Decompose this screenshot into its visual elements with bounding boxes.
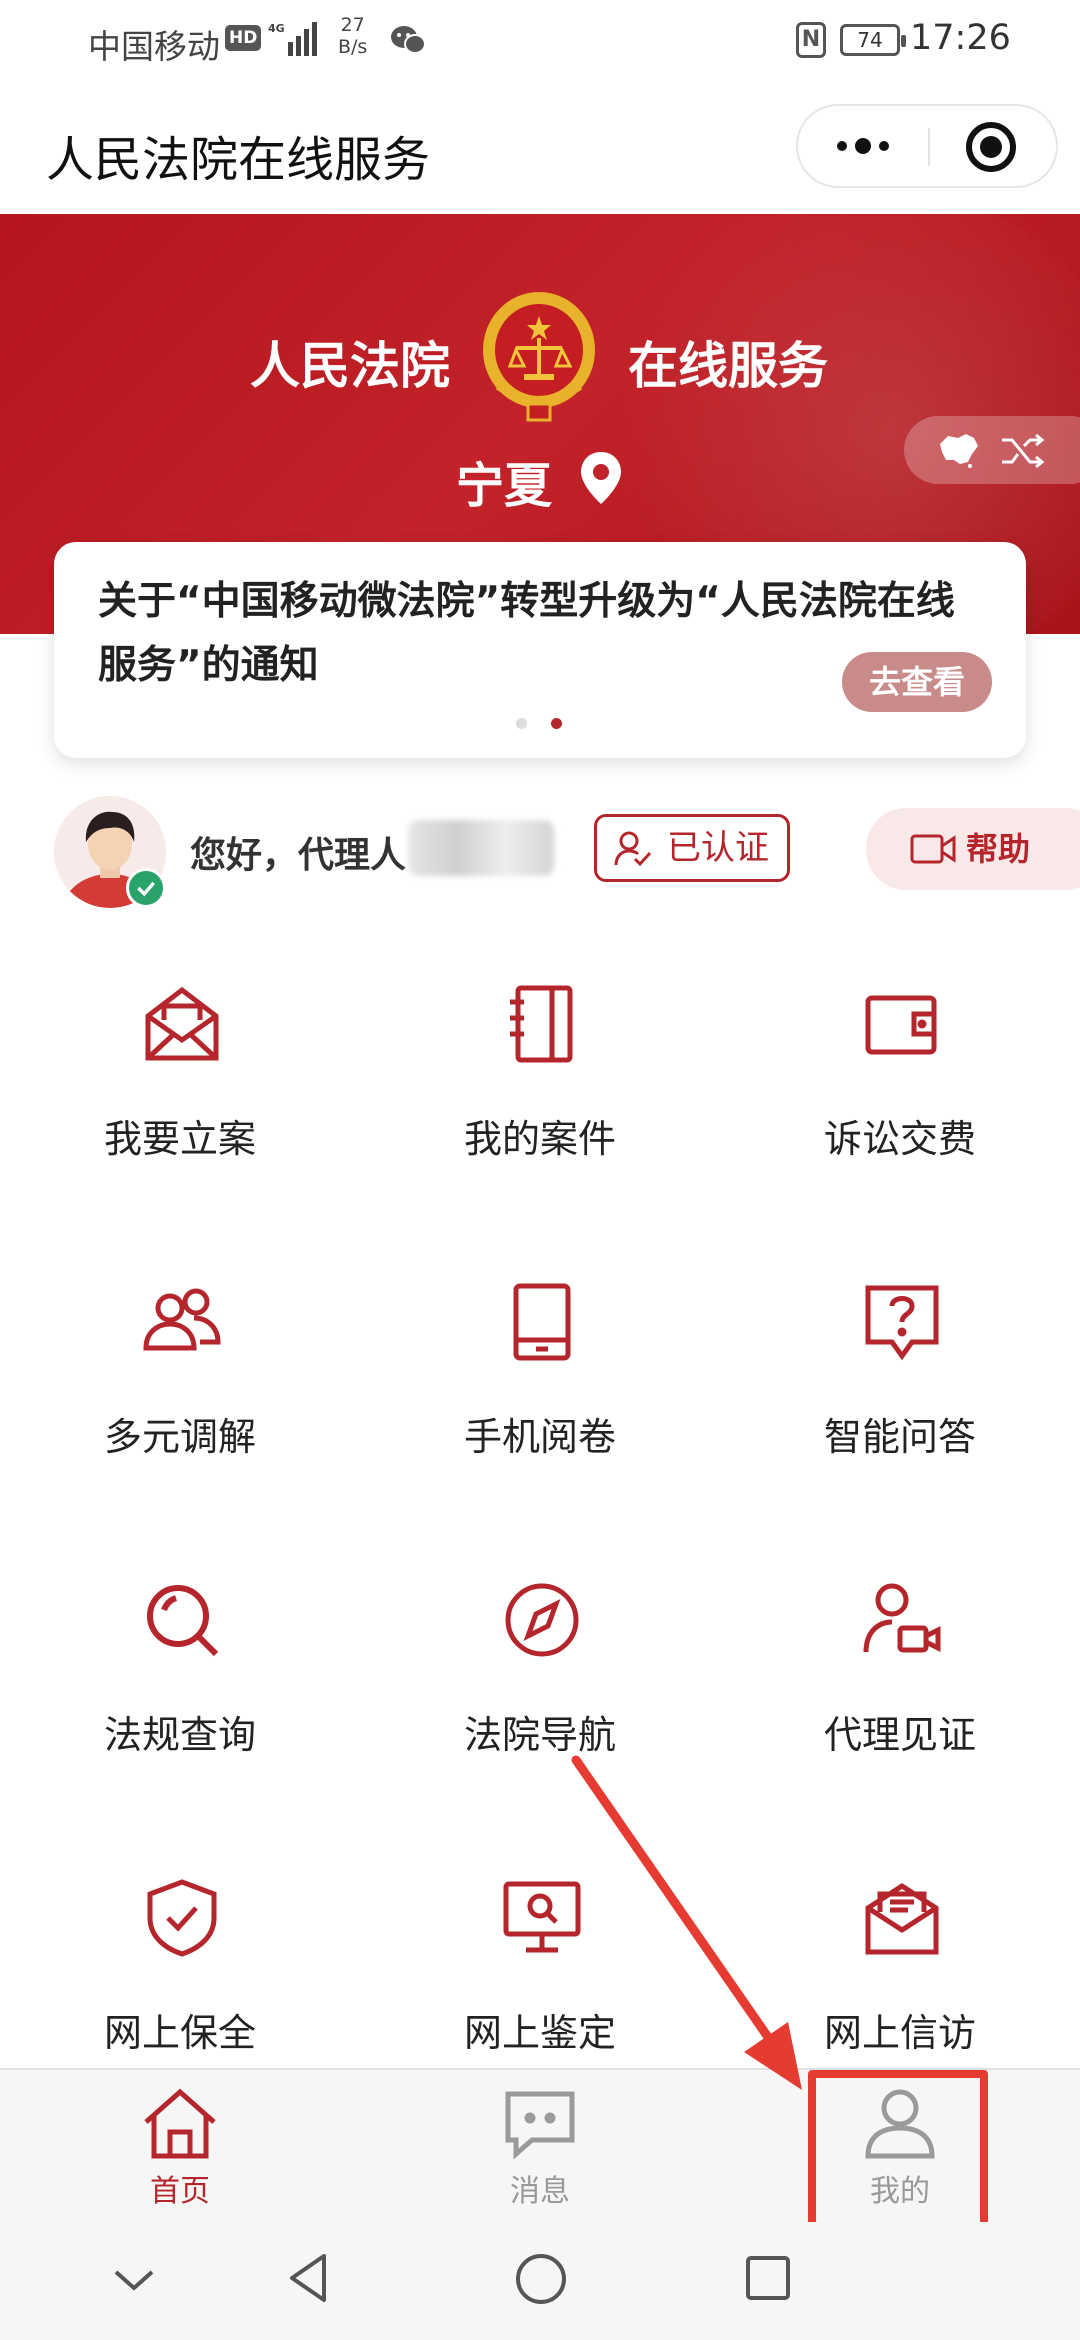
shield-check-icon [147,1879,217,1957]
service-label: 诉讼交费 [823,1117,976,1161]
carousel-dot-active [551,718,562,729]
video-camera-icon [910,834,956,864]
back-icon[interactable] [286,2252,330,2304]
clock: 17:26 [910,18,1011,58]
service-label: 我的案件 [463,1117,616,1161]
service-label: 代理见证 [823,1713,976,1757]
switch-region-button[interactable] [904,416,1080,484]
verified-shield-icon [126,868,166,908]
mini-program-capsule [796,104,1058,188]
service-item-preservation[interactable]: 网上保全 [30,1878,330,2058]
status-bar: 中国移动 HD 4G 27 B/s N 74 17:26 [0,0,1080,84]
question-chat-icon [865,1285,939,1361]
china-map-icon [940,434,978,468]
service-item-file-case[interactable]: 我要立案 [30,984,330,1164]
users-icon [143,1288,221,1351]
svg-text:4G: 4G [268,22,285,35]
notice-card[interactable]: 关于“中国移动微法院”转型升级为“人民法院在线服务”的通知 去查看 [54,542,1026,758]
envelope-icon [145,986,219,1061]
service-item-read-files[interactable]: 手机阅卷 [390,1282,690,1462]
location-pin-icon[interactable] [578,450,624,506]
monitor-search-icon [503,1881,581,1953]
system-navigation-bar [0,2222,1080,2340]
capsule-divider [928,128,930,166]
signal-icon: 4G [268,22,317,56]
close-mini-program-button[interactable] [966,122,1016,172]
shuffle-icon [1002,433,1045,469]
service-item-petition[interactable]: 网上信访 [750,1878,1050,2058]
service-item-court-navigation[interactable]: 法院导航 [390,1580,690,1760]
network-speed-value: 27 [340,14,365,36]
battery-indicator: 74 [840,24,906,56]
mail-letter-icon [865,1883,939,1955]
service-item-agent-witness[interactable]: 代理见证 [750,1580,1050,1760]
region-label[interactable]: 宁夏 [456,446,552,516]
service-label: 法院导航 [463,1713,616,1757]
service-item-law-search[interactable]: 法规查询 [30,1580,330,1760]
network-speed-unit: B/s [338,36,368,58]
search-icon [147,1585,219,1657]
tablet-icon [513,1283,571,1361]
notebook-icon [510,985,573,1063]
hd-badge: HD [225,25,262,51]
help-button[interactable]: 帮助 [866,808,1080,890]
court-emblem-icon [483,292,595,422]
nfc-icon: N [796,22,826,58]
service-item-smart-qa[interactable]: 智能问答 [750,1282,1050,1462]
home-icon [144,2088,216,2159]
message-icon [505,2091,575,2160]
compass-icon [505,1583,579,1657]
service-label: 网上信访 [823,2011,976,2055]
home-circle-icon[interactable] [514,2252,568,2306]
help-label: 帮助 [966,830,1031,868]
banner-title-left: 人民法院 [250,337,450,395]
user-info-row: 您好，代理人 已认证 帮助 [0,790,1080,910]
service-label: 智能问答 [823,1415,976,1459]
tab-label: 首页 [150,2174,210,2209]
service-label: 网上鉴定 [463,2011,616,2055]
service-label: 法规查询 [103,1713,256,1757]
service-label: 我要立案 [103,1117,256,1161]
network-speed: 27 B/s [338,14,367,58]
user-video-icon [863,1583,941,1653]
service-label: 手机阅卷 [463,1415,616,1459]
tab-home[interactable]: 首页 [60,2070,300,2224]
service-label: 多元调解 [103,1415,256,1459]
greeting-text: 您好，代理人 [190,835,407,876]
app-screen: 中国移动 HD 4G 27 B/s N 74 17:26 人民法院在线服务 人民… [0,0,1080,2340]
verified-label: 已认证 [667,828,769,868]
user-check-icon [614,831,652,867]
service-item-pay-fees[interactable]: 诉讼交费 [750,984,1050,1164]
carrier-label: 中国移动 [88,27,220,66]
verified-badge[interactable]: 已认证 [594,814,790,882]
service-item-my-cases[interactable]: 我的案件 [390,984,690,1164]
carousel-indicator [516,718,562,729]
service-grid: 我要立案 我的案件 诉讼交费 多元调解 手机阅卷 智能问答 法规查询 法院导航 … [0,940,1080,2070]
wechat-icon [391,26,426,54]
service-label: 网上保全 [103,2011,256,2055]
banner-title-right: 在线服务 [628,337,828,395]
title-bar: 人民法院在线服务 [0,84,1080,214]
more-options-button[interactable] [798,106,928,186]
masked-user-name [408,820,554,876]
recent-apps-icon[interactable] [744,2254,792,2302]
tab-messages[interactable]: 消息 [420,2070,660,2224]
tab-label: 消息 [510,2174,570,2209]
view-notice-button[interactable]: 去查看 [842,652,992,712]
app-title: 人民法院在线服务 [46,132,431,188]
carousel-dot [516,718,527,729]
service-item-appraisal[interactable]: 网上鉴定 [390,1878,690,2058]
service-item-mediation[interactable]: 多元调解 [30,1282,330,1462]
chevron-down-icon[interactable] [112,2266,156,2294]
wallet-icon [865,995,937,1055]
